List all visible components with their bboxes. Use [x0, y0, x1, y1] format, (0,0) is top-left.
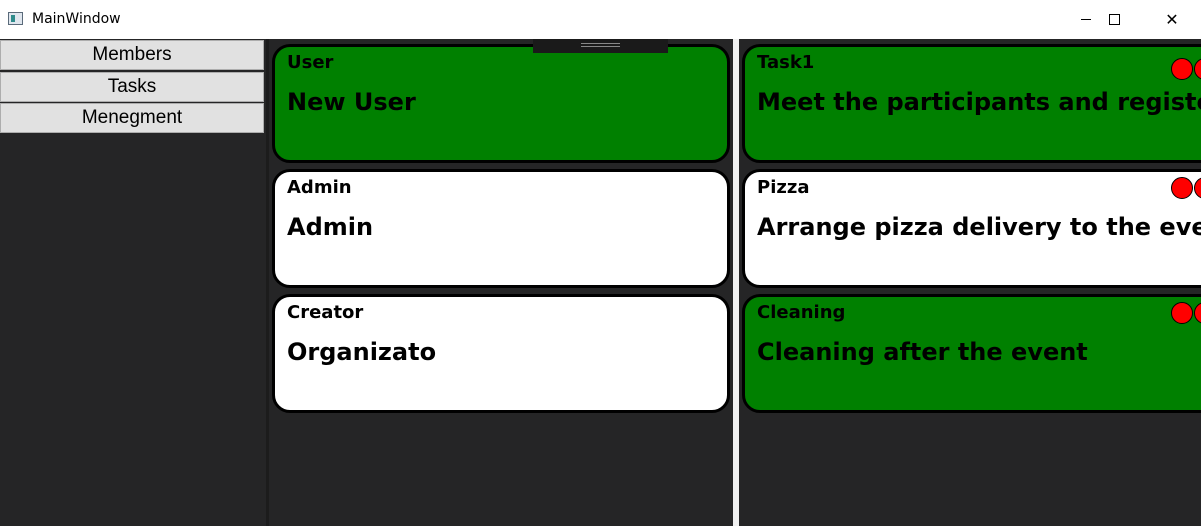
member-role: User: [287, 52, 334, 73]
member-name: New User: [287, 88, 416, 116]
members-panel: User New User Admin Admin Creator Organi…: [269, 39, 733, 526]
member-name: Admin: [287, 213, 374, 241]
window-title: MainWindow: [32, 11, 121, 27]
task-card-pizza[interactable]: Pizza Arrange pizza delivery to the even…: [742, 169, 1201, 288]
tasks-panel: Task1 Meet the participants and register…: [739, 39, 1201, 526]
maximize-button[interactable]: [1085, 0, 1143, 39]
member-name: Organizato: [287, 338, 437, 366]
member-card-user[interactable]: User New User: [272, 44, 730, 163]
task-title: Pizza: [757, 177, 810, 198]
title-bar: MainWindow ✕: [0, 0, 1201, 39]
sidebar-item-menegment[interactable]: Menegment: [0, 103, 264, 133]
close-icon: ✕: [1165, 10, 1179, 29]
app-window-icon: [8, 12, 23, 25]
maximize-icon: [1108, 14, 1120, 25]
task-card-cleaning[interactable]: Cleaning Cleaning after the event: [742, 294, 1201, 413]
member-card-creator[interactable]: Creator Organizato: [272, 294, 730, 413]
status-indicator-icon: [1171, 177, 1193, 199]
close-button[interactable]: ✕: [1143, 0, 1201, 39]
member-role: Admin: [287, 177, 352, 198]
task-card-task1[interactable]: Task1 Meet the participants and register: [742, 44, 1201, 163]
sidebar-item-tasks[interactable]: Tasks: [0, 72, 264, 102]
status-indicator-icon: [1171, 302, 1193, 324]
member-role: Creator: [287, 302, 364, 323]
status-indicator-icon: [1194, 58, 1201, 80]
task-description: Cleaning after the event: [757, 338, 1088, 366]
status-indicator-icon: [1194, 177, 1201, 199]
task-title: Cleaning: [757, 302, 846, 323]
sidebar: Members Tasks Menegment: [0, 39, 266, 526]
drag-grip-handle[interactable]: [533, 39, 668, 53]
status-indicator-icon: [1171, 58, 1193, 80]
task-description: Meet the participants and register: [757, 88, 1201, 116]
task-title: Task1: [757, 52, 815, 73]
sidebar-item-members[interactable]: Members: [0, 40, 264, 70]
task-description: Arrange pizza delivery to the event: [757, 213, 1201, 241]
status-indicator-icon: [1194, 302, 1201, 324]
member-card-admin[interactable]: Admin Admin: [272, 169, 730, 288]
